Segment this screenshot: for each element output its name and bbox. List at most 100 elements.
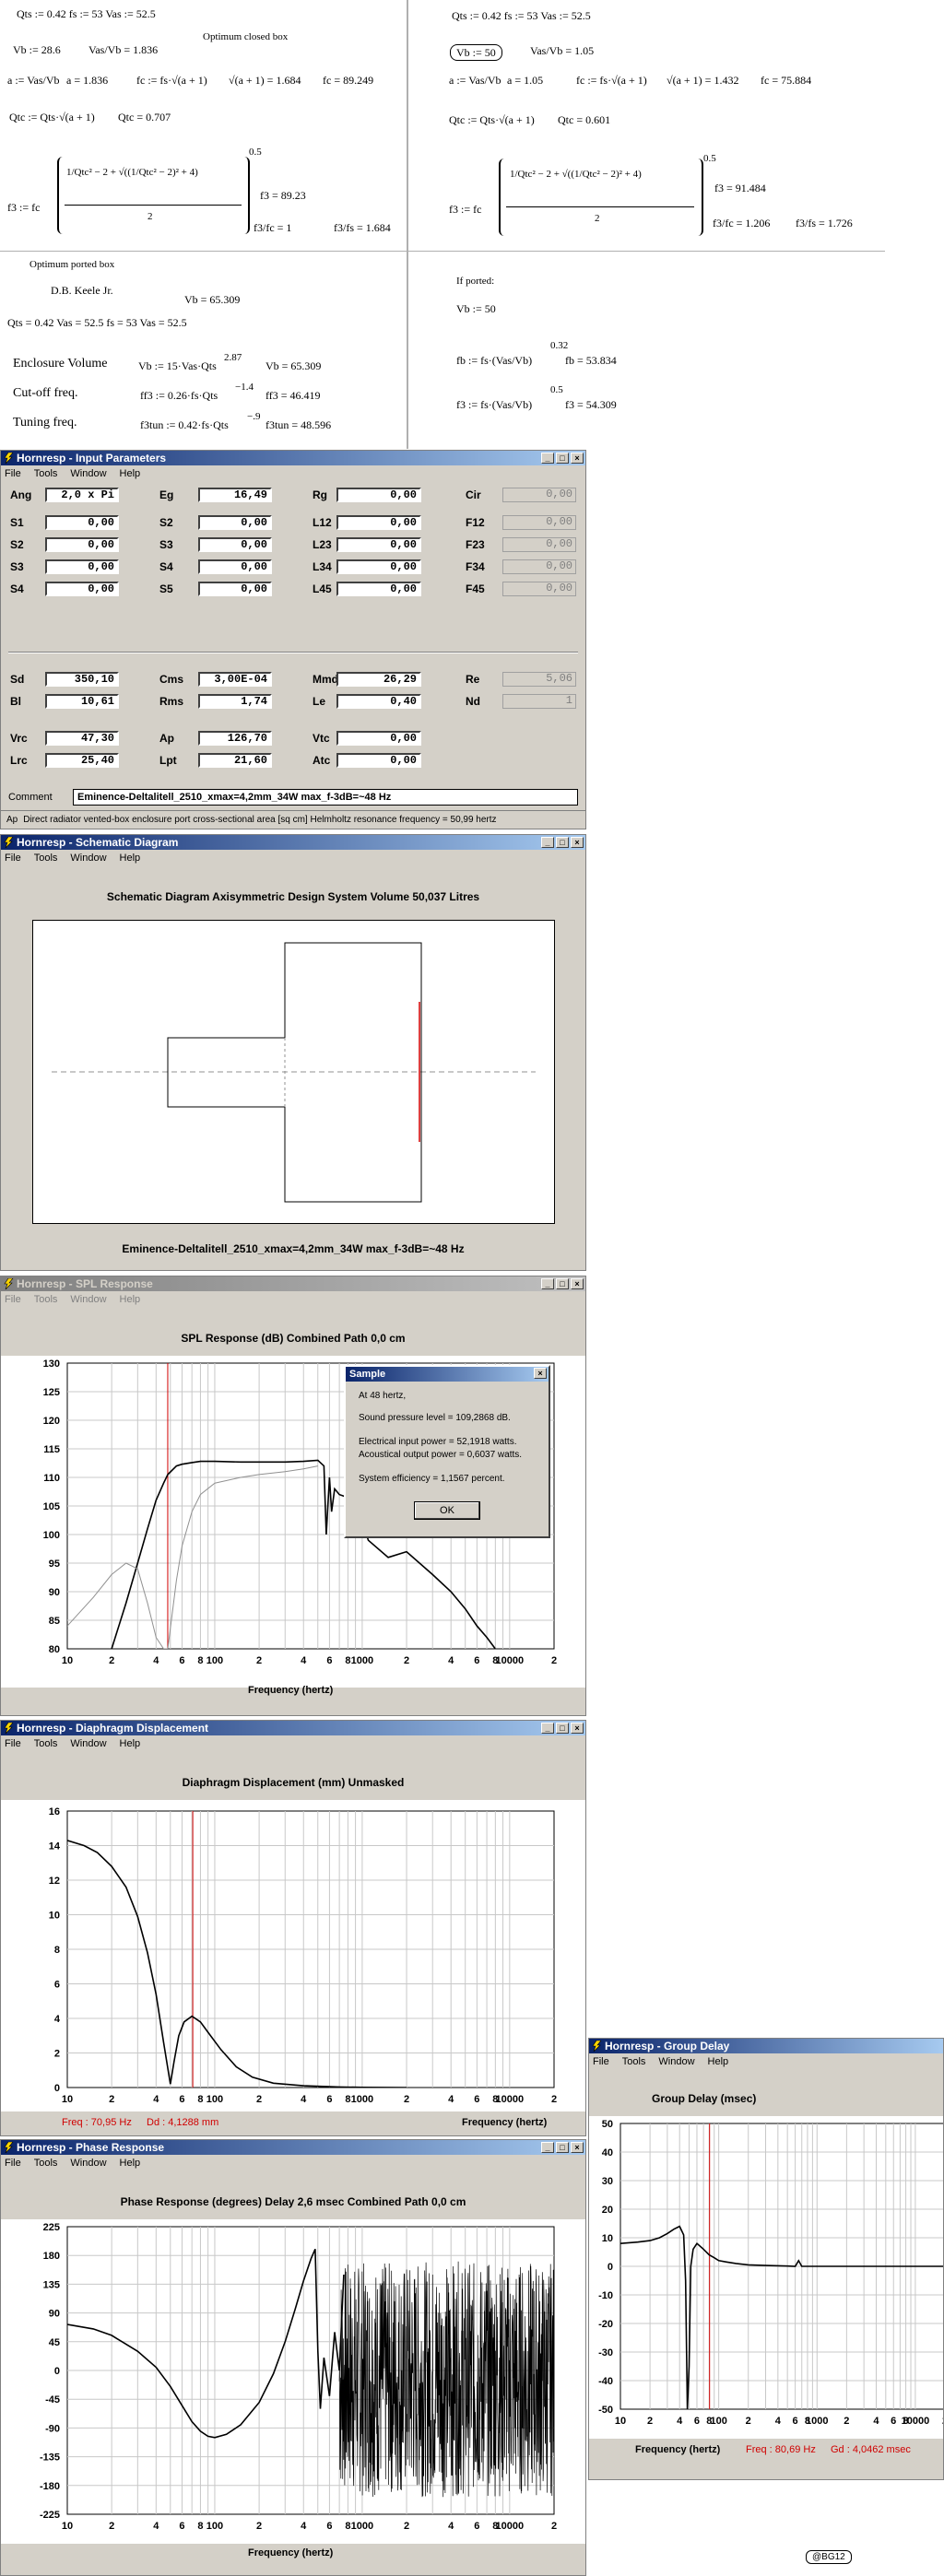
menu-window[interactable]: Window xyxy=(70,1294,106,1305)
vas-vb-ratio: Vas/Vb = 1.836 xyxy=(88,43,159,56)
menu-tools[interactable]: Tools xyxy=(34,468,58,479)
menu-help[interactable]: Help xyxy=(708,2056,729,2067)
dialog-title: Sample xyxy=(349,1369,386,1380)
menu-help[interactable]: Help xyxy=(120,2158,141,2169)
param-field-l34[interactable]: 0,00 xyxy=(336,559,421,574)
menu-tools[interactable]: Tools xyxy=(34,853,58,864)
x-tick-label: 8 xyxy=(345,2521,350,2532)
close-button[interactable]: × xyxy=(571,453,584,464)
menu-window[interactable]: Window xyxy=(70,1738,106,1749)
maximize-button[interactable]: □ xyxy=(556,1278,569,1289)
minimize-button[interactable]: _ xyxy=(541,837,554,848)
phase-chart[interactable]: -225-180-135-90-450459013518022510 2 4 6 8 10… xyxy=(1,2219,586,2544)
close-button[interactable]: × xyxy=(571,2142,584,2153)
menu-help[interactable]: Help xyxy=(120,1738,141,1749)
param-field-cms[interactable]: 3,00E-04 xyxy=(198,672,272,687)
param-field-s3[interactable]: 0,00 xyxy=(45,559,119,574)
menu-window[interactable]: Window xyxy=(70,853,106,864)
param-field-lrc[interactable]: 25,40 xyxy=(45,753,119,768)
param-field-s4[interactable]: 0,00 xyxy=(45,582,119,596)
dialog-close-button[interactable]: × xyxy=(534,1368,547,1379)
vb-def: Vb := 28.6 xyxy=(13,43,61,56)
param-label-s2: S2 xyxy=(10,538,24,551)
menu-file[interactable]: File xyxy=(5,468,21,479)
closed-box-label: Optimum closed box xyxy=(203,31,289,42)
menu-help[interactable]: Help xyxy=(120,468,141,479)
ok-button[interactable]: OK xyxy=(414,1501,480,1520)
param-field-eg[interactable]: 16,49 xyxy=(198,488,272,502)
param-field-ang[interactable]: 2,0 x Pi xyxy=(45,488,119,502)
menu-window[interactable]: Window xyxy=(658,2056,694,2067)
param-field-s2[interactable]: 0,00 xyxy=(45,537,119,552)
title-bar[interactable]: Hornresp - Group Delay xyxy=(589,2039,943,2053)
menu-help[interactable]: Help xyxy=(120,853,141,864)
param-field-ap[interactable]: 126,70 xyxy=(198,731,272,746)
dialog-title-bar[interactable]: Sample × xyxy=(346,1367,549,1382)
param-field-l12[interactable]: 0,00 xyxy=(336,515,421,530)
freq-readout: Freq : 80,69 Hz xyxy=(746,2444,816,2455)
param-field-l45[interactable]: 0,00 xyxy=(336,582,421,596)
close-button[interactable]: × xyxy=(571,837,584,848)
param-field-bl[interactable]: 10,61 xyxy=(45,694,119,709)
param-field-lpt[interactable]: 21,60 xyxy=(198,753,272,768)
param-field-f12[interactable]: 0,00 xyxy=(502,515,576,530)
y-tick-label: 180 xyxy=(43,2251,60,2262)
group-delay-chart[interactable]: -50-40-30-20-100102030405010 2 4 6 8100 2 4 6 81… xyxy=(589,2116,944,2439)
param-label-rg: Rg xyxy=(313,488,327,501)
title-bar[interactable]: Hornresp - Schematic Diagram _ □ × xyxy=(1,835,585,850)
param-field-vtc[interactable]: 0,00 xyxy=(336,731,421,746)
enclosure-val: Vb = 65.309 xyxy=(266,359,322,372)
param-field-s2[interactable]: 0,00 xyxy=(198,515,272,530)
param-field-re[interactable]: 5,06 xyxy=(502,672,576,687)
param-field-rg[interactable]: 0,00 xyxy=(336,488,421,502)
displacement-chart[interactable]: 024681012141610 2 4 6 8 100 2 4 6 8 1000 2 4 6 810000 2 xyxy=(1,1800,586,2111)
param-field-s3[interactable]: 0,00 xyxy=(198,537,272,552)
param-field-rms[interactable]: 1,74 xyxy=(198,694,272,709)
menu-file[interactable]: File xyxy=(593,2056,609,2067)
title-bar[interactable]: Hornresp - Phase Response _ □ × xyxy=(1,2140,585,2155)
param-field-nd[interactable]: 1 xyxy=(502,694,576,709)
x-tick-label: 4 xyxy=(153,2521,159,2532)
param-field-s4[interactable]: 0,00 xyxy=(198,559,272,574)
f3-exponent: 0.5 xyxy=(249,147,262,158)
maximize-button[interactable]: □ xyxy=(556,2142,569,2153)
param-field-f23[interactable]: 0,00 xyxy=(502,537,576,552)
param-field-f45[interactable]: 0,00 xyxy=(502,582,576,596)
menu-file[interactable]: File xyxy=(5,1738,21,1749)
menu-tools[interactable]: Tools xyxy=(622,2056,646,2067)
minimize-button[interactable]: _ xyxy=(541,453,554,464)
param-field-f34[interactable]: 0,00 xyxy=(502,559,576,574)
title-bar[interactable]: Hornresp - Input Parameters _ □ × xyxy=(1,451,585,465)
tuning-def: f3tun := 0.42·fs·Qts xyxy=(140,418,229,431)
title-bar[interactable]: Hornresp - SPL Response _ □ × xyxy=(1,1276,585,1291)
menu-tools[interactable]: Tools xyxy=(34,1738,58,1749)
menu-file[interactable]: File xyxy=(5,1294,21,1305)
menu-tools[interactable]: Tools xyxy=(34,2158,58,2169)
param-field-vrc[interactable]: 47,30 xyxy=(45,731,119,746)
menu-file[interactable]: File xyxy=(5,853,21,864)
menu-help[interactable]: Help xyxy=(120,1294,141,1305)
minimize-button[interactable]: _ xyxy=(541,2142,554,2153)
minimize-button[interactable]: _ xyxy=(541,1723,554,1734)
param-field-s1[interactable]: 0,00 xyxy=(45,515,119,530)
title-bar[interactable]: Hornresp - Diaphragm Displacement _ □ × xyxy=(1,1721,585,1735)
menu-window[interactable]: Window xyxy=(70,2158,106,2169)
param-field-le[interactable]: 0,40 xyxy=(336,694,421,709)
maximize-button[interactable]: □ xyxy=(556,837,569,848)
param-field-s5[interactable]: 0,00 xyxy=(198,582,272,596)
menu-window[interactable]: Window xyxy=(70,468,106,479)
menu-tools[interactable]: Tools xyxy=(34,1294,58,1305)
maximize-button[interactable]: □ xyxy=(556,453,569,464)
menu-file[interactable]: File xyxy=(5,2158,21,2169)
param-field-l23[interactable]: 0,00 xyxy=(336,537,421,552)
x-tick-label: 2 xyxy=(256,1655,262,1666)
close-button[interactable]: × xyxy=(571,1723,584,1734)
comment-field[interactable]: Eminence-Deltalitell_2510_xmax=4,2mm_34W… xyxy=(73,789,578,806)
param-field-mmd[interactable]: 26,29 xyxy=(336,672,421,687)
maximize-button[interactable]: □ xyxy=(556,1723,569,1734)
param-field-atc[interactable]: 0,00 xyxy=(336,753,421,768)
minimize-button[interactable]: _ xyxy=(541,1278,554,1289)
close-button[interactable]: × xyxy=(571,1278,584,1289)
param-field-cir[interactable]: 0,00 xyxy=(502,488,576,502)
param-field-sd[interactable]: 350,10 xyxy=(45,672,119,687)
